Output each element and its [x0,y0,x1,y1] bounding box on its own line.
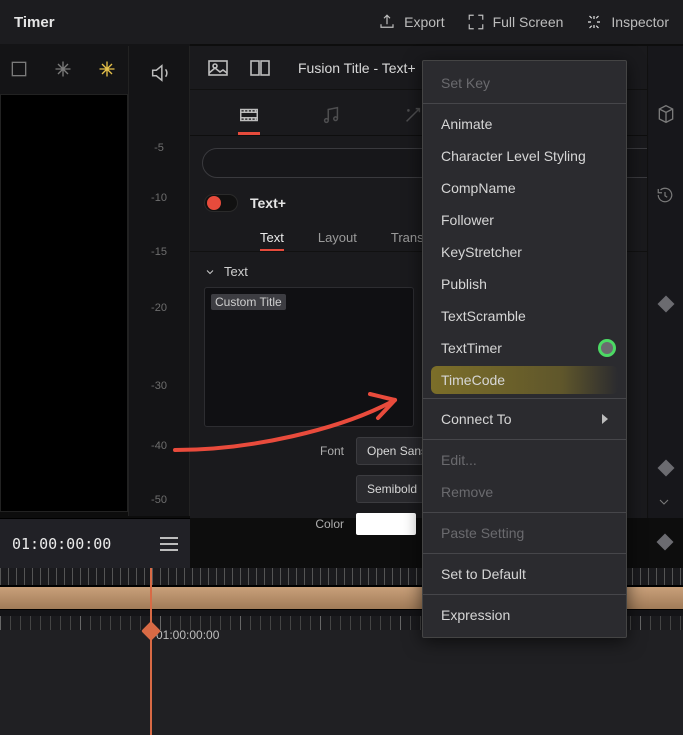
timecode-display[interactable]: 01:00:00:00 [12,535,111,553]
timeline-menu-button[interactable] [160,537,178,551]
menu-remove: Remove [423,476,626,508]
menu-set-default[interactable]: Set to Default [423,558,626,590]
subtab-layout[interactable]: Layout [318,230,357,251]
subtab-text[interactable]: Text [260,230,284,251]
inspector-icon [585,13,603,31]
chevron-down-icon[interactable] [656,494,672,513]
cube-icon[interactable] [656,104,676,127]
annotation-marker-icon [598,339,616,357]
menu-texttimer[interactable]: TextTimer [423,332,626,364]
fullscreen-button[interactable]: Full Screen [467,13,564,31]
menu-animate[interactable]: Animate [423,108,626,140]
menu-separator [423,512,626,513]
text-section-label: Text [224,264,248,279]
keyframe-diamond[interactable] [658,460,675,477]
playhead[interactable] [150,568,152,735]
menu-texttimer-label: TextTimer [441,340,502,356]
menu-timecode[interactable]: TimeCode [431,366,618,394]
timeline-toolbar: 01:00:00:00 [0,518,190,568]
menu-connect-to[interactable]: Connect To [423,403,626,435]
tab-video[interactable] [238,104,260,135]
weight-value: Semibold [367,482,417,496]
toggle-knob [207,196,221,210]
inspector-label: Inspector [611,14,669,30]
project-title: Timer [14,14,55,31]
meter-tick: -20 [129,302,189,314]
menu-follower[interactable]: Follower [423,204,626,236]
split-icon[interactable] [248,57,272,79]
menu-edit: Edit... [423,444,626,476]
chevron-right-icon [602,414,608,424]
font-label: Font [204,444,344,458]
meter-tick: -15 [129,246,189,258]
topbar-right: Export Full Screen Inspector [378,13,669,31]
keyframe-column [647,46,683,518]
audio-icon[interactable] [149,62,171,87]
menu-paste-setting: Paste Setting [423,517,626,549]
playhead-timecode: 01:00:00:00 [156,628,219,642]
font-value: Open Sans [367,444,427,458]
menu-separator [423,103,626,104]
fullscreen-label: Full Screen [493,14,564,30]
meter-tick: -5 [129,142,189,154]
menu-connect-to-label: Connect To [441,411,512,427]
color-swatch[interactable] [356,513,416,535]
menu-separator [423,398,626,399]
text-value: Custom Title [211,294,286,310]
menu-set-key: Set Key [423,67,626,99]
tab-audio[interactable] [320,104,342,135]
image-icon[interactable] [206,57,230,79]
textplus-toggle[interactable] [204,194,238,212]
menu-char-styling[interactable]: Character Level Styling [423,140,626,172]
fullscreen-icon [467,13,485,31]
menu-separator [423,439,626,440]
meter-tick: -50 [129,494,189,506]
viewer-tool-1[interactable] [6,56,32,82]
menu-separator [423,594,626,595]
meter-tick: -40 [129,440,189,452]
viewer-panel[interactable] [0,94,128,512]
context-menu: Set Key Animate Character Level Styling … [422,60,627,638]
textplus-label: Text+ [250,195,286,211]
menu-keystretcher[interactable]: KeyStretcher [423,236,626,268]
tab-effects[interactable] [402,104,424,135]
menu-expression[interactable]: Expression [423,599,626,631]
menu-compname[interactable]: CompName [423,172,626,204]
menu-publish[interactable]: Publish [423,268,626,300]
export-button[interactable]: Export [378,13,444,31]
keyframe-diamond[interactable] [658,296,675,313]
inspector-button[interactable]: Inspector [585,13,669,31]
top-bar: Timer Export Full Screen Inspector [0,0,683,44]
export-icon [378,13,396,31]
text-input[interactable]: Custom Title [204,287,414,427]
menu-separator [423,553,626,554]
export-label: Export [404,14,444,30]
history-icon[interactable] [656,186,674,207]
color-label: Color [204,517,344,531]
chevron-down-icon [204,266,216,278]
menu-textscramble[interactable]: TextScramble [423,300,626,332]
meter-tick: -30 [129,380,189,392]
meter-tick: -10 [129,192,189,204]
sparkle-tool[interactable] [50,56,76,82]
inspector-clip-title: Fusion Title - Text+ [298,60,416,76]
audio-meter: -5 -10 -15 -20 -30 -40 -50 [128,46,190,516]
color-sparkle-tool[interactable] [94,56,120,82]
timeline-tracks-area[interactable] [0,630,683,735]
